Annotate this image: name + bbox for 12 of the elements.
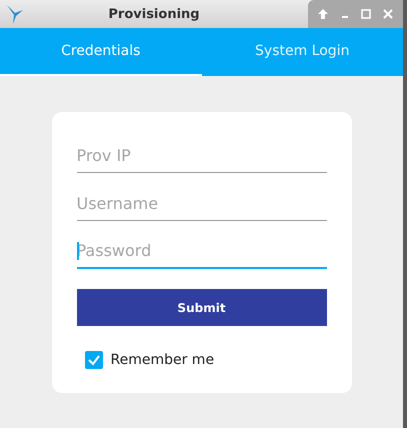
checkbox[interactable] [84, 351, 102, 369]
close-icon[interactable] [382, 8, 394, 20]
checkbox-label[interactable]: Remember me [110, 352, 214, 368]
input-field[interactable]: Username [76, 186, 326, 221]
input-field[interactable]: Password [76, 234, 326, 269]
text-cursor [76, 242, 78, 260]
arrow-up-icon[interactable] [316, 8, 329, 20]
submit-button[interactable]: Submit [76, 289, 326, 326]
input-field[interactable]: Prov IP [76, 138, 326, 173]
window-title: Provisioning [107, 6, 201, 22]
bird-logo-icon [6, 4, 24, 24]
maximize-icon[interactable] [360, 8, 372, 20]
